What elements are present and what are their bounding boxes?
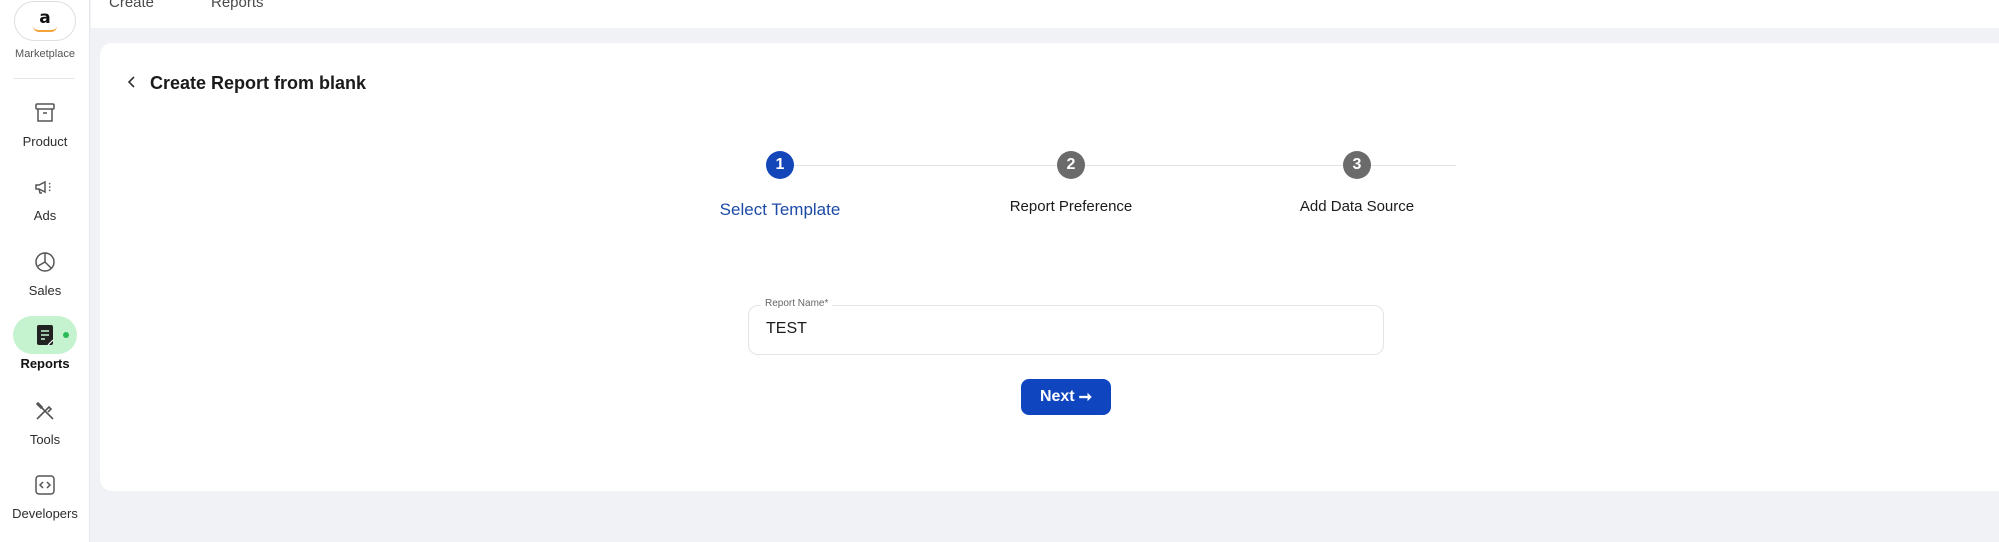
- report-name-label: Report Name*: [761, 298, 833, 309]
- step-3-label: Add Data Source: [1299, 198, 1415, 215]
- step-2-label: Report Preference: [1009, 198, 1133, 215]
- step-3-indicator[interactable]: 3: [1343, 151, 1371, 179]
- sidebar-item-label: Sales: [28, 283, 62, 298]
- arrow-right-icon: ➞: [1078, 389, 1093, 406]
- code-icon: [35, 475, 55, 495]
- sidebar-item-developers[interactable]: Developers: [0, 466, 90, 536]
- nav-icon-wrap: [13, 466, 77, 504]
- app-root: a Marketplace Product Ads Sales Reports …: [0, 0, 1999, 542]
- report-name-input[interactable]: [766, 320, 1366, 338]
- create-report-card: Create Report from blank 1 2 3 Select Te…: [100, 43, 1999, 491]
- archive-box-icon: [35, 103, 55, 122]
- sidebar-divider: [14, 78, 74, 79]
- back-button[interactable]: [122, 72, 142, 92]
- sidebar-item-reports[interactable]: Reports: [0, 316, 90, 386]
- sidebar-item-label: Ads: [33, 208, 57, 223]
- next-button[interactable]: Next ➞: [1021, 379, 1111, 415]
- sidebar-item-tools[interactable]: Tools: [0, 392, 90, 462]
- step-connector: [1094, 165, 1456, 166]
- tools-icon: [35, 401, 54, 420]
- nav-icon-wrap: [13, 392, 77, 430]
- sidebar-item-label: Developers: [12, 506, 78, 521]
- page-title: Create Report from blank: [150, 73, 367, 93]
- sidebar-item-label: Tools: [29, 432, 61, 447]
- report-name-field: Report Name*: [748, 298, 1384, 355]
- nav-icon-wrap: [13, 243, 77, 281]
- top-navigation: Create Reports: [91, 0, 1999, 28]
- next-button-label: Next: [1039, 388, 1075, 405]
- logo-label: Marketplace: [15, 48, 75, 60]
- step-1-label: Select Template: [719, 200, 841, 219]
- pie-chart-icon: [35, 252, 55, 272]
- amazon-logo[interactable]: a: [14, 1, 76, 41]
- nav-icon-wrap: [13, 168, 77, 206]
- sidebar-item-label: Reports: [20, 356, 70, 371]
- sidebar-item-product[interactable]: Product: [0, 94, 90, 164]
- sidebar-item-sales[interactable]: Sales: [0, 243, 90, 313]
- nav-icon-wrap: [13, 316, 77, 354]
- tab-create[interactable]: Create: [109, 0, 154, 11]
- sidebar-item-ads[interactable]: Ads: [0, 168, 90, 238]
- active-indicator-dot: [63, 332, 69, 338]
- nav-icon-wrap: [13, 94, 77, 132]
- chevron-left-icon: [127, 76, 135, 88]
- step-1-indicator[interactable]: 1: [766, 151, 794, 179]
- logo-smile-icon: [33, 26, 57, 32]
- logo-letter: a: [39, 8, 51, 28]
- step-2-indicator[interactable]: 2: [1057, 151, 1085, 179]
- sidebar: a Marketplace Product Ads Sales Reports …: [0, 0, 90, 542]
- megaphone-icon: [35, 180, 52, 194]
- tab-reports[interactable]: Reports: [211, 0, 264, 11]
- report-document-icon: [37, 325, 54, 346]
- sidebar-item-label: Product: [22, 134, 68, 149]
